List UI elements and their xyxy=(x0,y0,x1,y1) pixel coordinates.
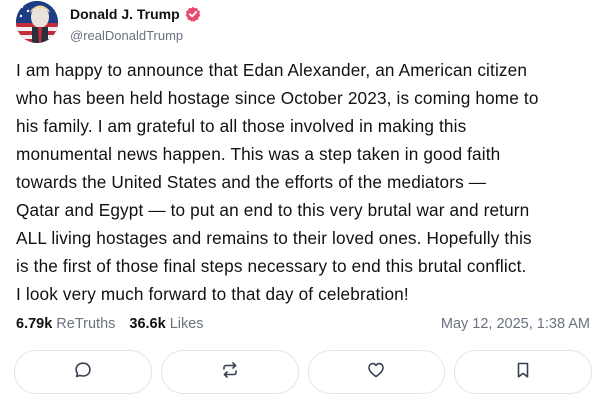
bookmark-button[interactable] xyxy=(454,350,592,394)
author-handle[interactable]: @realDonaldTrump xyxy=(70,28,201,43)
name-row: Donald J. Trump xyxy=(70,5,201,23)
like-button[interactable] xyxy=(307,350,446,394)
avatar[interactable] xyxy=(16,1,58,43)
reply-button[interactable] xyxy=(14,350,152,394)
retruth-icon xyxy=(220,360,240,385)
retruths-label[interactable]: ReTruths xyxy=(56,316,115,332)
truth-post: Donald J. Trump @realDonaldTrump I am ha… xyxy=(0,0,606,409)
bookmark-icon xyxy=(513,360,533,385)
post-line: is the first of those final steps necess… xyxy=(16,256,527,276)
action-bar xyxy=(14,350,592,394)
post-body: I am happy to announce that Edan Alexand… xyxy=(16,56,594,308)
author-identity: Donald J. Trump @realDonaldTrump xyxy=(70,5,201,43)
avatar-image xyxy=(16,1,58,43)
post-line: I am happy to announce that Edan Alexand… xyxy=(16,60,528,80)
retruth-button[interactable] xyxy=(160,350,299,394)
retruths-count[interactable]: 6.79k xyxy=(16,316,52,332)
post-stats: 6.79k ReTruths 36.6k Likes xyxy=(16,316,218,332)
post-line: his family. I am grateful to all those i… xyxy=(16,116,467,136)
post-line: who has been held hostage since October … xyxy=(16,88,539,108)
post-timestamp[interactable]: May 12, 2025, 1:38 AM xyxy=(441,316,590,332)
post-line: ALL living hostages and remains to their… xyxy=(16,228,532,248)
post-line: Qatar and Egypt — to put an end to this … xyxy=(16,200,530,220)
verified-badge-icon xyxy=(185,6,201,22)
like-icon xyxy=(366,360,386,385)
post-line: towards the United States and the effort… xyxy=(16,172,487,192)
reply-icon xyxy=(73,360,93,385)
likes-count[interactable]: 36.6k xyxy=(129,316,165,332)
likes-label[interactable]: Likes xyxy=(170,316,204,332)
post-line: I look very much forward to that day of … xyxy=(16,284,409,304)
post-line: monumental news happen. This was a step … xyxy=(16,144,501,164)
display-name[interactable]: Donald J. Trump xyxy=(70,6,180,22)
